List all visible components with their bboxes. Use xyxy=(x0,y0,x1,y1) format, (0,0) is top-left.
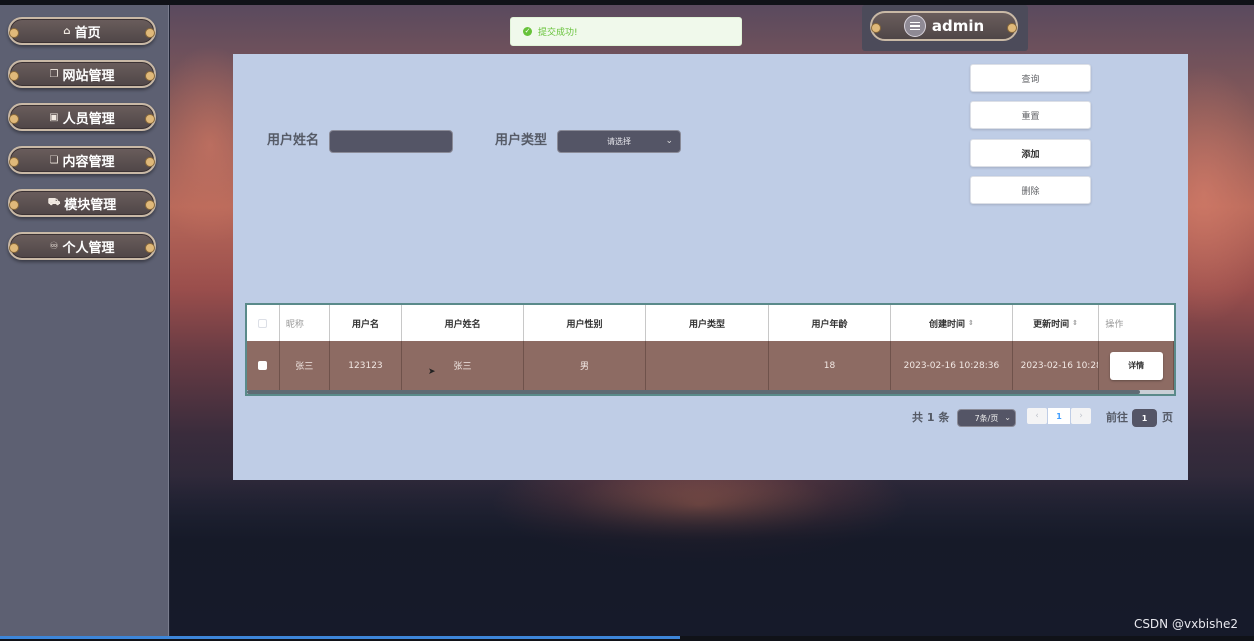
col-updated-label: 更新时间 xyxy=(1033,319,1070,330)
user-card-icon: ▣ xyxy=(49,111,59,123)
sidebar-item-website[interactable]: ❐ 网站管理 xyxy=(8,60,156,88)
select-all-cell xyxy=(247,305,280,341)
goto-page-input[interactable]: 1 xyxy=(1132,409,1157,427)
sidebar-item-personal[interactable]: ♾ 个人管理 xyxy=(8,232,156,260)
sidebar-item-label: 内容管理 xyxy=(62,154,115,170)
page-number-current[interactable]: 1 xyxy=(1048,408,1070,424)
col-type: 用户类型 xyxy=(646,305,769,341)
sidebar-item-module[interactable]: ⛟ 模块管理 xyxy=(8,189,156,217)
type-select-placeholder: 请选择 xyxy=(607,137,631,146)
user-menu[interactable]: admin xyxy=(870,11,1018,41)
sidebar-item-home[interactable]: ⌂ 首页 xyxy=(8,17,156,45)
cell-username: 123123 xyxy=(330,341,403,390)
horizontal-scrollbar[interactable] xyxy=(247,390,1174,394)
watermark: CSDN @vxbishe2 xyxy=(1133,617,1238,631)
name-input[interactable] xyxy=(329,130,453,153)
row-checkbox[interactable] xyxy=(258,361,268,370)
table-row: 张三 123123 张三 男 18 2023-02-16 10:28:36 20… xyxy=(247,341,1174,390)
col-realname: 用户姓名 xyxy=(402,305,524,341)
page-size-select[interactable]: 7条/页 ⌄ xyxy=(957,409,1016,427)
col-username: 用户名 xyxy=(330,305,403,341)
col-nickname: 昵称 xyxy=(280,305,330,341)
col-created[interactable]: 创建时间 ⇕ xyxy=(891,305,1013,341)
sort-icon[interactable]: ⇕ xyxy=(1072,319,1078,327)
name-label: 用户姓名 xyxy=(267,133,320,148)
col-updated[interactable]: 更新时间 ⇕ xyxy=(1013,305,1100,341)
cell-type xyxy=(646,341,769,390)
sidebar-item-personnel[interactable]: ▣ 人员管理 xyxy=(8,103,156,131)
mouse-cursor-icon: ➤ xyxy=(428,367,436,377)
query-button[interactable]: 查询 xyxy=(970,64,1091,92)
chevron-down-icon: ⌄ xyxy=(1004,413,1011,422)
progress-strip xyxy=(0,636,680,639)
sidebar: ⌂ 首页 ❐ 网站管理 ▣ 人员管理 ❏ 内容管理 ⛟ 模块管理 ♾ 个人管理 xyxy=(0,5,169,636)
type-select[interactable]: 请选择 ⌄ xyxy=(557,130,681,153)
col-gender: 用户性别 xyxy=(524,305,647,341)
group-icon: ♾ xyxy=(49,240,59,252)
sidebar-item-label: 个人管理 xyxy=(62,240,115,256)
sidebar-item-label: 首页 xyxy=(74,25,101,41)
col-action: 操作 xyxy=(1105,319,1124,330)
cell-created: 2023-02-16 10:28:36 xyxy=(891,341,1013,390)
sidebar-item-label: 模块管理 xyxy=(64,197,117,213)
username: admin xyxy=(931,17,985,35)
cell-age: 18 xyxy=(769,341,892,390)
page-size-value: 7条/页 xyxy=(974,413,999,423)
windows-icon: ❐ xyxy=(49,68,59,80)
sort-icon[interactable]: ⇕ xyxy=(968,319,974,327)
users-table: 昵称 用户名 用户姓名 用户性别 用户类型 用户年龄 创建时间 ⇕ 更新时间 ⇕… xyxy=(245,303,1176,396)
cell-nickname: 张三 xyxy=(280,341,330,390)
sidebar-item-label: 网站管理 xyxy=(62,68,115,84)
col-created-label: 创建时间 xyxy=(929,319,966,330)
prev-page-button[interactable]: ‹ xyxy=(1027,408,1047,424)
type-label: 用户类型 xyxy=(495,133,548,148)
toast-message: 提交成功! xyxy=(538,28,578,38)
delete-button[interactable]: 删除 xyxy=(970,176,1091,204)
col-age: 用户年龄 xyxy=(769,305,892,341)
copy-icon: ❏ xyxy=(49,154,59,166)
success-toast: ✓ 提交成功! xyxy=(510,17,742,46)
chevron-down-icon: ⌄ xyxy=(665,136,673,146)
table-header: 昵称 用户名 用户姓名 用户性别 用户类型 用户年龄 创建时间 ⇕ 更新时间 ⇕… xyxy=(247,305,1174,341)
scrollbar-thumb[interactable] xyxy=(247,390,1140,394)
cell-updated: 2023-02-16 10:28:36 xyxy=(1013,341,1100,390)
cart-icon: ⛟ xyxy=(47,196,61,208)
main-panel: 用户姓名 用户类型 请选择 ⌄ 查询 重置 添加 删除 昵称 用户名 用户姓名 … xyxy=(233,54,1188,480)
cell-gender: 男 xyxy=(524,341,647,390)
goto-suffix: 页 xyxy=(1162,411,1173,424)
sidebar-item-label: 人员管理 xyxy=(62,111,115,127)
check-circle-icon: ✓ xyxy=(523,27,532,36)
cell-action: 详情 xyxy=(1099,341,1174,390)
home-icon: ⌂ xyxy=(63,25,71,37)
reset-button[interactable]: 重置 xyxy=(970,101,1091,129)
select-all-checkbox[interactable] xyxy=(258,318,268,328)
menu-avatar-icon xyxy=(903,15,926,37)
pagination-total: 共 1 条 xyxy=(912,411,950,424)
sidebar-item-content[interactable]: ❏ 内容管理 xyxy=(8,146,156,174)
detail-button[interactable]: 详情 xyxy=(1109,351,1163,380)
add-button[interactable]: 添加 xyxy=(970,139,1091,167)
next-page-button[interactable]: › xyxy=(1071,408,1091,424)
user-badge-container: admin xyxy=(862,5,1028,51)
row-select-cell xyxy=(247,341,280,390)
cell-realname: 张三 xyxy=(402,341,524,390)
goto-label: 前往 xyxy=(1106,411,1128,424)
